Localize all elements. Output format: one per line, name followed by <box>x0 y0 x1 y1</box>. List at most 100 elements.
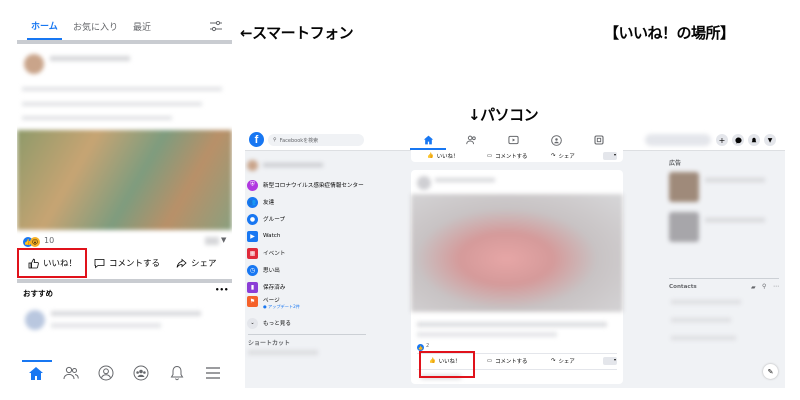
profile-chip-blur[interactable] <box>645 134 711 146</box>
messenger-icon[interactable] <box>732 134 744 146</box>
thumbs-up-icon: 👍 <box>427 153 434 159</box>
search-input[interactable]: ⚲ Facebookを検索 <box>268 134 364 146</box>
profile-icon[interactable] <box>96 363 116 383</box>
search-icon: ⚲ <box>273 137 277 143</box>
post-author-avatar <box>417 176 431 190</box>
groups-icon[interactable] <box>549 134 563 146</box>
post-caption-blur <box>417 322 607 327</box>
pc-screen: f ⚲ Facebookを検索 + ▼ ⛨ 新型コロナウイルス感染症情報センター <box>245 128 785 388</box>
video-call-icon[interactable]: ▰ <box>751 284 756 291</box>
smartphone-screen: ホーム お気に入り 最近 👍 😮 10 ▼ いいね！ コメントする シェア おす… <box>17 12 232 388</box>
recommended-item-avatar <box>25 310 45 330</box>
sidebar-item-memories[interactable]: ◷ 思い出 <box>247 262 280 278</box>
comment-icon: ▭ <box>487 153 493 159</box>
share-button[interactable]: ↷ シェア <box>551 357 575 365</box>
home-icon[interactable] <box>26 364 46 382</box>
friends-icon: 👥 <box>247 196 258 208</box>
sidebar-item-label: イベント <box>263 251 286 257</box>
shortcut-blur <box>248 350 318 355</box>
sidebar-item-label: ページ <box>263 298 280 304</box>
profile-name-blur <box>263 163 323 167</box>
post-image <box>411 194 623 312</box>
new-message-icon[interactable]: ✎ <box>763 364 778 379</box>
share-button[interactable]: ↷ シェア <box>551 152 575 160</box>
home-icon[interactable] <box>421 134 435 146</box>
smartphone-label: ←スマートフォン <box>240 24 354 42</box>
comment-count-blur <box>205 237 219 245</box>
recommended-more-button[interactable]: ••• <box>215 286 228 294</box>
comment-button[interactable]: ▭ コメントする <box>487 357 527 365</box>
sidebar-divider <box>248 334 366 335</box>
recommended-title: おすすめ <box>23 289 53 298</box>
sidebar-item-groups[interactable]: ● グループ <box>247 211 285 227</box>
audience-selector[interactable]: ▾ <box>603 357 617 365</box>
sidebar-item-saved[interactable]: ▮ 保存済み <box>247 279 285 295</box>
recommended-item-blur <box>51 311 201 316</box>
tab-favorites[interactable]: お気に入り <box>73 12 118 40</box>
comment-icon: ▭ <box>487 358 493 364</box>
ad-image <box>669 172 699 202</box>
like-button[interactable]: 👍 いいね！ <box>427 152 458 160</box>
chevron-down-icon: ⌄ <box>247 317 258 329</box>
contact-blur <box>671 318 731 322</box>
share-button[interactable]: シェア <box>176 257 217 269</box>
filter-icon[interactable] <box>209 19 223 33</box>
ad-text-blur <box>705 178 765 182</box>
more-icon[interactable]: ⋯ <box>773 283 779 290</box>
sidebar-item-label: 新型コロナウイルス感染症情報センター <box>263 183 364 189</box>
notifications-icon[interactable] <box>167 364 187 382</box>
flag-icon: ⚑ <box>247 296 258 307</box>
pc-label: ↓パソコン <box>468 106 539 124</box>
audience-selector[interactable]: ▾ <box>603 152 617 160</box>
comment-button[interactable]: コメントする <box>94 257 160 269</box>
facebook-logo-icon[interactable]: f <box>249 132 264 147</box>
sidebar-item-label: 思い出 <box>263 268 280 274</box>
watch-icon[interactable] <box>506 134 520 146</box>
sidebar-item-label: グループ <box>263 217 286 223</box>
like-button-label: いいね！ <box>436 154 459 160</box>
sidebar-item-covid[interactable]: ⛨ 新型コロナウイルス感染症情報センター <box>247 177 364 193</box>
pages-text: ページ ● アップデート2件 <box>263 296 300 310</box>
sidebar-item-friends[interactable]: 👥 友達 <box>247 194 274 210</box>
reaction-count[interactable]: 10 <box>44 236 54 245</box>
like-highlight-box-phone <box>17 248 87 278</box>
menu-icon[interactable] <box>203 364 223 382</box>
like-location-label: 【いいね！の場所】 <box>604 24 735 42</box>
sidebar-item-profile[interactable] <box>247 157 323 173</box>
create-icon[interactable]: + <box>716 134 728 146</box>
groups-icon[interactable] <box>131 363 151 383</box>
notifications-icon[interactable] <box>748 134 760 146</box>
comment-icon <box>94 258 105 269</box>
friends-icon[interactable] <box>464 134 478 146</box>
ads-title: 広告 <box>669 160 682 167</box>
section-divider <box>17 279 232 283</box>
calendar-icon: ▦ <box>247 247 258 259</box>
sidebar-item-see-more[interactable]: ⌄ もっと見る <box>247 315 291 331</box>
ad-text-blur <box>705 218 765 222</box>
gaming-icon[interactable] <box>592 134 606 146</box>
avatar <box>247 159 258 171</box>
tab-home[interactable]: ホーム <box>27 12 62 40</box>
chevron-down-icon[interactable]: ▼ <box>221 236 226 244</box>
post-text-blur <box>22 87 222 91</box>
memories-icon: ◷ <box>247 264 258 276</box>
search-icon[interactable]: ⚲ <box>762 283 766 290</box>
sidebar-item-label: 保存済み <box>263 285 286 291</box>
share-button-label: シェア <box>191 259 217 269</box>
comment-button[interactable]: ▭ コメントする <box>487 152 527 160</box>
post-text-blur <box>22 116 172 120</box>
tab-recent[interactable]: 最近 <box>133 12 151 40</box>
watch-icon: ▶ <box>247 230 258 242</box>
sidebar-item-pages[interactable]: ⚑ ページ ● アップデート2件 <box>247 296 300 312</box>
sidebar-item-events[interactable]: ▦ イベント <box>247 245 285 261</box>
like-reaction-icon: 👍 <box>417 344 424 351</box>
comment-button-label: コメントする <box>109 259 161 269</box>
sidebar-item-watch[interactable]: ▶ Watch <box>247 228 280 244</box>
account-menu-icon[interactable]: ▼ <box>764 134 776 146</box>
friends-icon[interactable] <box>61 364 81 382</box>
share-icon: ↷ <box>551 358 556 364</box>
right-divider <box>669 278 779 279</box>
sidebar-item-label: 友達 <box>263 200 275 206</box>
post-header-blur <box>435 178 495 182</box>
reaction-count[interactable]: 2 <box>426 343 429 349</box>
